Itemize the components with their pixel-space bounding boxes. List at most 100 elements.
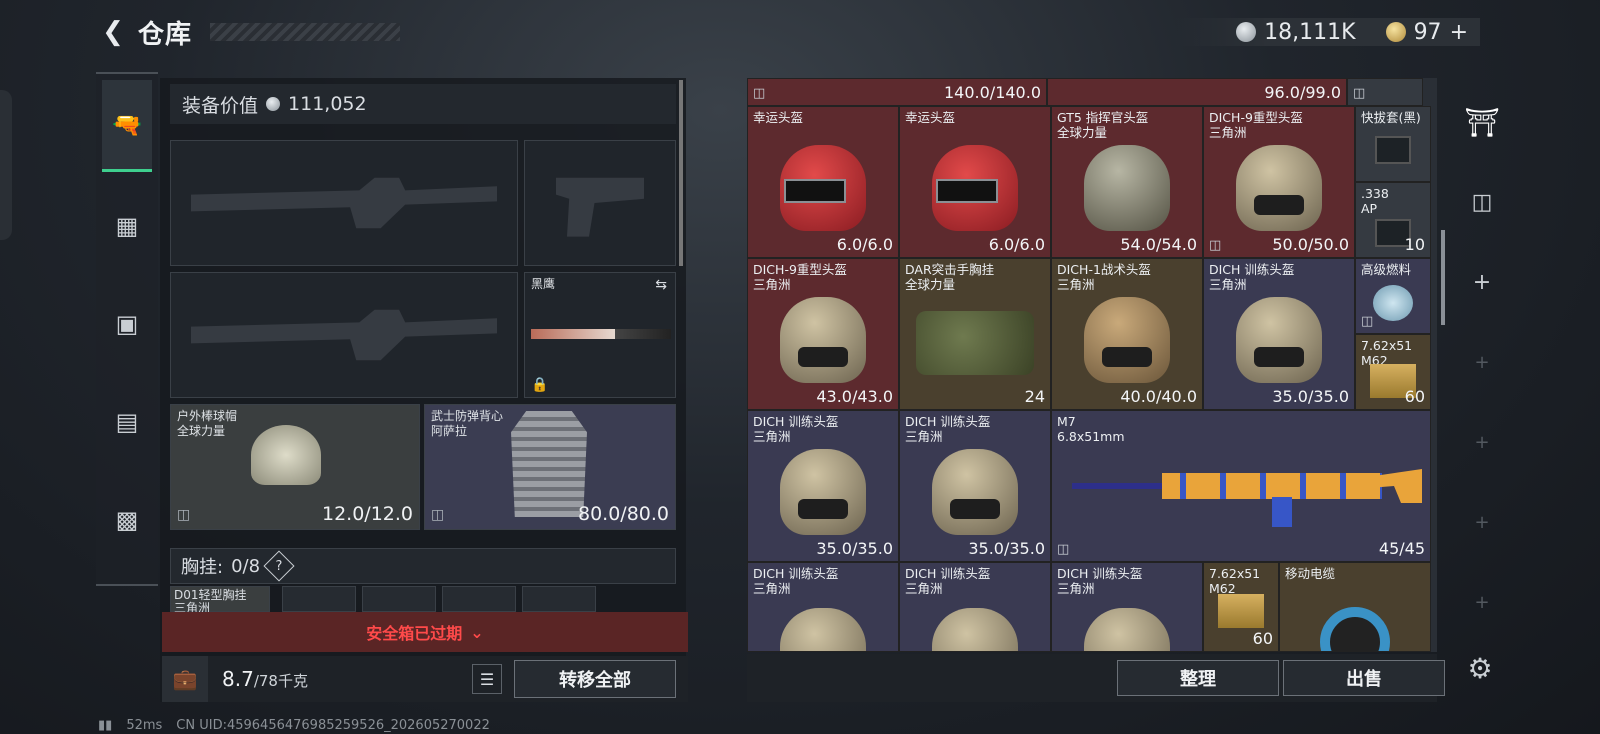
item-sub: 三角洲 [1209, 277, 1247, 292]
coin-icon [266, 97, 281, 111]
add-currency-icon[interactable]: + [1450, 20, 1468, 45]
grid-item[interactable]: 幸运头盔 6.0/6.0 [899, 106, 1051, 258]
warehouse-icon[interactable]: ⛩ [1456, 84, 1508, 160]
item-sub: 三角洲 [905, 581, 943, 596]
chest-slot[interactable] [362, 586, 436, 612]
add-icon[interactable]: + [1456, 244, 1508, 320]
equip-value-row: 装备价值 111,052 [170, 84, 676, 124]
safe-box-text: 安全箱已过期 [366, 624, 463, 643]
weight-icon: 💼 [162, 656, 208, 702]
add-icon[interactable]: + [1456, 564, 1508, 640]
grid-item[interactable]: DICH 训练头盔 三角洲 [747, 562, 899, 652]
chest-slot[interactable] [522, 586, 596, 612]
page-title: 仓库 [138, 19, 193, 50]
gear-icon[interactable]: ⚙ [1460, 648, 1500, 688]
item-value: 35.0/35.0 [1272, 387, 1349, 406]
left-scrollbar[interactable] [679, 80, 683, 266]
item-name: DICH 训练头盔 [1057, 566, 1143, 581]
item-sub: 全球力量 [1057, 125, 1108, 140]
sell-button[interactable]: 出售 [1283, 660, 1445, 696]
item-name: 7.62x51 [1209, 566, 1261, 581]
grid-item[interactable]: DICH 训练头盔 三角洲 35.0/35.0 [899, 410, 1051, 562]
sort-button[interactable]: 整理 [1117, 660, 1279, 696]
item-value: 6.0/6.0 [988, 235, 1045, 254]
user-uid: CN UID:4596456476985259526_202605270022 [176, 717, 490, 733]
edge-tab[interactable] [0, 90, 12, 240]
vest-tab-icon[interactable]: ▦ [102, 180, 152, 272]
add-icon[interactable]: + [1456, 484, 1508, 560]
ping: 52ms [126, 717, 163, 733]
weight-bar: 💼 8.7/78千克 ☰ 转移全部 [162, 656, 688, 702]
item-value: 43.0/43.0 [816, 387, 893, 406]
helmet-image [780, 608, 866, 651]
melee-slot[interactable]: 黑鹰 ⇆ 🔒 [524, 272, 676, 398]
toolbox-tab-icon[interactable]: ▩ [102, 474, 152, 566]
grid-item[interactable]: DICH 训练头盔 三角洲 35.0/35.0 [747, 410, 899, 562]
storage-rail: ⛩ ◫ + + + + + [1456, 78, 1508, 698]
silver-amount: 18,111K [1264, 19, 1356, 45]
grid-item[interactable]: M7 6.8x51mm ◫ 45/45 [1051, 410, 1431, 562]
helmet-image [932, 449, 1018, 535]
armor-sub: 阿萨拉 [431, 424, 468, 438]
chest-item[interactable]: D01轻型胸挂 三角洲 [170, 586, 270, 615]
primary-weapon-slot[interactable] [170, 140, 518, 266]
chest-slot[interactable] [282, 586, 356, 612]
cap-image [251, 425, 321, 485]
grid-item[interactable]: GT5 指挥官头盔 全球力量 54.0/54.0 [1051, 106, 1203, 258]
transfer-all-button[interactable]: 转移全部 [514, 660, 676, 698]
list-icon[interactable]: ☰ [472, 664, 502, 694]
chest-slot[interactable] [442, 586, 516, 612]
weight-max: /78千克 [253, 672, 308, 690]
item-name: DICH-9重型头盔 [753, 262, 847, 277]
grid-item[interactable]: DICH-9重型头盔 三角洲 43.0/43.0 [747, 258, 899, 410]
no-insure-icon: ◫ [431, 507, 445, 523]
rifle-image [1072, 461, 1422, 527]
grid-item[interactable]: DICH-1战术头盔 三角洲 40.0/40.0 [1051, 258, 1203, 410]
add-icon[interactable]: + [1456, 324, 1508, 400]
help-icon[interactable]: ? [263, 550, 295, 582]
grid-item[interactable]: 移动电缆 [1279, 562, 1431, 652]
case-tab-icon[interactable]: ▤ [102, 376, 152, 468]
backpack-tab-icon[interactable]: ▣ [102, 278, 152, 370]
holster-image [1375, 135, 1411, 164]
grid-item[interactable]: DICH 训练头盔 三角洲 35.0/35.0 [1203, 258, 1355, 410]
weight-current: 8.7 [222, 667, 254, 691]
grid-item[interactable]: 7.62x51 M62 60 [1355, 334, 1431, 410]
grid-item[interactable]: 140.0/140.0 ◫ [747, 78, 1047, 106]
weapon-tab-icon[interactable]: 🔫 [102, 80, 152, 172]
item-sub: 6.8x51mm [1057, 429, 1125, 444]
melee-name: 黑鹰 [531, 277, 556, 291]
back-arrow-icon[interactable]: ❮ [98, 17, 128, 47]
item-value: 54.0/54.0 [1120, 235, 1197, 254]
grid-item[interactable]: DICH-9重型头盔 三角洲 ◫ 50.0/50.0 [1203, 106, 1355, 258]
no-insure-icon: ◫ [1057, 542, 1070, 557]
armor-name: 武士防弹背心 [431, 409, 504, 423]
secondary-weapon-slot[interactable] [170, 272, 518, 398]
helmet-slot[interactable]: 户外棒球帽 全球力量 ◫ 12.0/12.0 [170, 404, 420, 530]
item-name: 7.62x51 [1361, 338, 1413, 353]
armor-slot[interactable]: 武士防弹背心 阿萨拉 ◫ 80.0/80.0 [424, 404, 676, 530]
stash-box-icon[interactable]: ◫ [1456, 164, 1508, 240]
grid-item[interactable]: 幸运头盔 6.0/6.0 [747, 106, 899, 258]
chest-rig-row: 胸挂: 0/8 ? [170, 548, 676, 584]
grid-item[interactable]: .338 AP 10 [1355, 182, 1431, 258]
ammo-box-image [1218, 594, 1264, 629]
safe-box-expired-bar[interactable]: 安全箱已过期 ⌄ [162, 612, 688, 652]
loadout-sidebar: 🔫 ▦ ▣ ▤ ▩ [96, 72, 158, 586]
grid-item[interactable]: 高级燃料 ◫ [1355, 258, 1431, 334]
grid-item[interactable]: 96.0/99.0 [1047, 78, 1347, 106]
grid-item[interactable]: 快拔套(黑) [1355, 106, 1431, 182]
currency-bar: 18,111K 97 + [1176, 18, 1480, 46]
helmet-image [932, 608, 1018, 651]
lock-icon: 🔒 [531, 377, 549, 393]
item-sub: AP [1361, 201, 1378, 216]
pistol-slot[interactable] [524, 140, 676, 266]
grid-item[interactable]: ◫ [1347, 78, 1423, 106]
grid-item[interactable]: 7.62x51 M62 60 [1203, 562, 1279, 652]
grid-item[interactable]: DICH 训练头盔 三角洲 [1051, 562, 1203, 652]
grid-item[interactable]: DICH 训练头盔 三角洲 [899, 562, 1051, 652]
swap-icon[interactable]: ⇆ [655, 277, 667, 293]
grid-scrollbar[interactable] [1441, 230, 1445, 325]
grid-item[interactable]: DAR突击手胸挂 全球力量 24 [899, 258, 1051, 410]
add-icon[interactable]: + [1456, 404, 1508, 480]
